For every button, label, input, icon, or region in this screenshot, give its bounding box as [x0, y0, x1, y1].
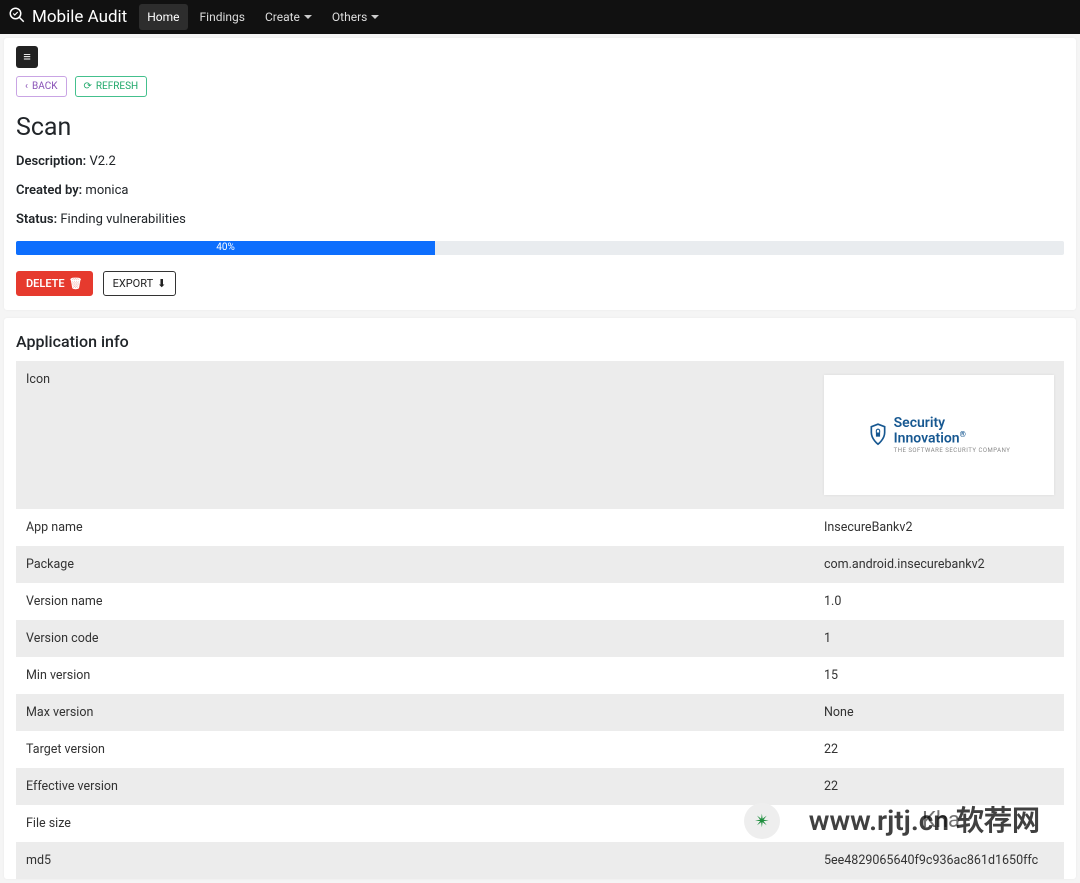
menu-toggle[interactable]: ≡ — [16, 46, 38, 68]
export-button[interactable]: EXPORT ⬇ — [103, 271, 177, 296]
progress-bar: 40% — [16, 241, 1064, 255]
info-value: 1.0 — [814, 583, 1064, 620]
back-button[interactable]: ‹ BACK — [16, 76, 67, 97]
trash-icon: 🗑 — [69, 277, 83, 290]
info-key: Icon — [16, 361, 814, 509]
info-key: Max version — [16, 694, 814, 731]
info-key: Min version — [16, 657, 814, 694]
nav-others[interactable]: Others — [324, 4, 387, 30]
delete-button[interactable]: DELETE 🗑 — [16, 271, 93, 296]
nav-findings[interactable]: Findings — [192, 4, 253, 30]
info-key: App name — [16, 509, 814, 546]
info-key: File size — [16, 805, 814, 842]
table-row: File size — [16, 805, 1064, 842]
table-row: Target version22 — [16, 731, 1064, 768]
refresh-icon: ⟳ — [84, 81, 92, 92]
top-navbar: Mobile Audit Home Findings Create Others — [0, 0, 1080, 34]
table-row: Version name1.0 — [16, 583, 1064, 620]
scan-panel: ≡ ‹ BACK ⟳ REFRESH Scan Description: V2.… — [4, 38, 1076, 310]
table-row: Max versionNone — [16, 694, 1064, 731]
createdby-label: Created by: — [16, 183, 82, 198]
download-icon: ⬇ — [157, 277, 166, 290]
chevron-down-icon — [304, 15, 312, 19]
info-key: Version code — [16, 620, 814, 657]
info-key: Target version — [16, 731, 814, 768]
nav-home[interactable]: Home — [139, 4, 187, 30]
info-key: md5 — [16, 842, 814, 879]
table-row: md55ee4829065640f9c936ac861d1650ffc — [16, 842, 1064, 879]
createdby-value: monica — [85, 183, 128, 198]
status-value: Finding vulnerabilities — [60, 212, 185, 227]
status-line: Status: Finding vulnerabilities — [16, 212, 1064, 227]
table-row: IconSecurityInnovation®THE SOFTWARE SECU… — [16, 361, 1064, 509]
chevron-left-icon: ‹ — [25, 81, 28, 92]
app-info-table: IconSecurityInnovation®THE SOFTWARE SECU… — [16, 361, 1064, 879]
description-label: Description: — [16, 154, 86, 169]
app-icon: SecurityInnovation®THE SOFTWARE SECURITY… — [824, 375, 1054, 495]
brand[interactable]: Mobile Audit — [8, 6, 127, 28]
nav-create[interactable]: Create — [257, 4, 320, 30]
table-row: Version code1 — [16, 620, 1064, 657]
info-value: 22 — [814, 731, 1064, 768]
createdby-line: Created by: monica — [16, 183, 1064, 198]
table-row: Min version15 — [16, 657, 1064, 694]
shield-lock-icon — [868, 422, 888, 448]
app-info-title: Application info — [16, 332, 1064, 351]
description-value: V2.2 — [89, 154, 115, 169]
app-info-panel: Application info IconSecurityInnovation®… — [4, 318, 1076, 879]
table-row: Effective version22 — [16, 768, 1064, 805]
info-value: com.android.insecurebankv2 — [814, 546, 1064, 583]
info-key: Version name — [16, 583, 814, 620]
progress-text: 40% — [216, 242, 235, 253]
info-value: InsecureBankv2 — [814, 509, 1064, 546]
info-key: Effective version — [16, 768, 814, 805]
info-key: Package — [16, 546, 814, 583]
status-label: Status: — [16, 212, 57, 227]
refresh-button[interactable]: ⟳ REFRESH — [75, 76, 148, 97]
scan-title: Scan — [16, 113, 1064, 142]
magnify-icon — [8, 6, 26, 28]
info-value: SecurityInnovation®THE SOFTWARE SECURITY… — [814, 361, 1064, 509]
progress-fill: 40% — [16, 241, 435, 255]
table-row: Packagecom.android.insecurebankv2 — [16, 546, 1064, 583]
nav-links: Home Findings Create Others — [139, 4, 387, 30]
info-value: 22 — [814, 768, 1064, 805]
info-value: None — [814, 694, 1064, 731]
description-line: Description: V2.2 — [16, 154, 1064, 169]
table-row: App nameInsecureBankv2 — [16, 509, 1064, 546]
brand-text: Mobile Audit — [32, 7, 127, 27]
info-value: 5ee4829065640f9c936ac861d1650ffc — [814, 842, 1064, 879]
info-value: 1 — [814, 620, 1064, 657]
info-value: 15 — [814, 657, 1064, 694]
chevron-down-icon — [371, 15, 379, 19]
info-value — [814, 805, 1064, 842]
